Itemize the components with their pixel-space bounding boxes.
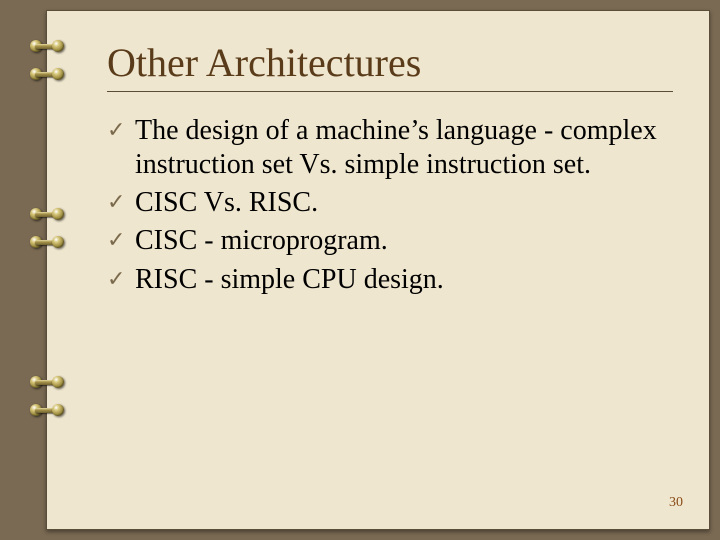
checkmark-icon: ✓ bbox=[107, 224, 129, 256]
list-item: ✓ CISC Vs. RISC. bbox=[107, 186, 673, 220]
bullet-text: CISC - microprogram. bbox=[135, 224, 673, 258]
checkmark-icon: ✓ bbox=[107, 263, 129, 295]
bullet-text: The design of a machine’s language - com… bbox=[135, 114, 673, 182]
page-number: 30 bbox=[669, 495, 683, 511]
checkmark-icon: ✓ bbox=[107, 186, 129, 218]
slide-background: Other Architectures ✓ The design of a ma… bbox=[0, 0, 720, 540]
checkmark-icon: ✓ bbox=[107, 114, 129, 146]
binder-ring-icon bbox=[30, 400, 64, 422]
binder-ring-icon bbox=[30, 372, 64, 394]
binder-ring-icon bbox=[30, 232, 64, 254]
bullet-list: ✓ The design of a machine’s language - c… bbox=[107, 114, 673, 297]
list-item: ✓ The design of a machine’s language - c… bbox=[107, 114, 673, 182]
list-item: ✓ CISC - microprogram. bbox=[107, 224, 673, 258]
binder-ring-icon bbox=[30, 36, 64, 58]
bullet-text: CISC Vs. RISC. bbox=[135, 186, 673, 220]
slide-paper: Other Architectures ✓ The design of a ma… bbox=[46, 10, 710, 530]
list-item: ✓ RISC - simple CPU design. bbox=[107, 263, 673, 297]
bullet-text: RISC - simple CPU design. bbox=[135, 263, 673, 297]
slide-title: Other Architectures bbox=[107, 41, 673, 85]
title-underline bbox=[107, 91, 673, 92]
binder-ring-icon bbox=[30, 204, 64, 226]
binder-ring-icon bbox=[30, 64, 64, 86]
